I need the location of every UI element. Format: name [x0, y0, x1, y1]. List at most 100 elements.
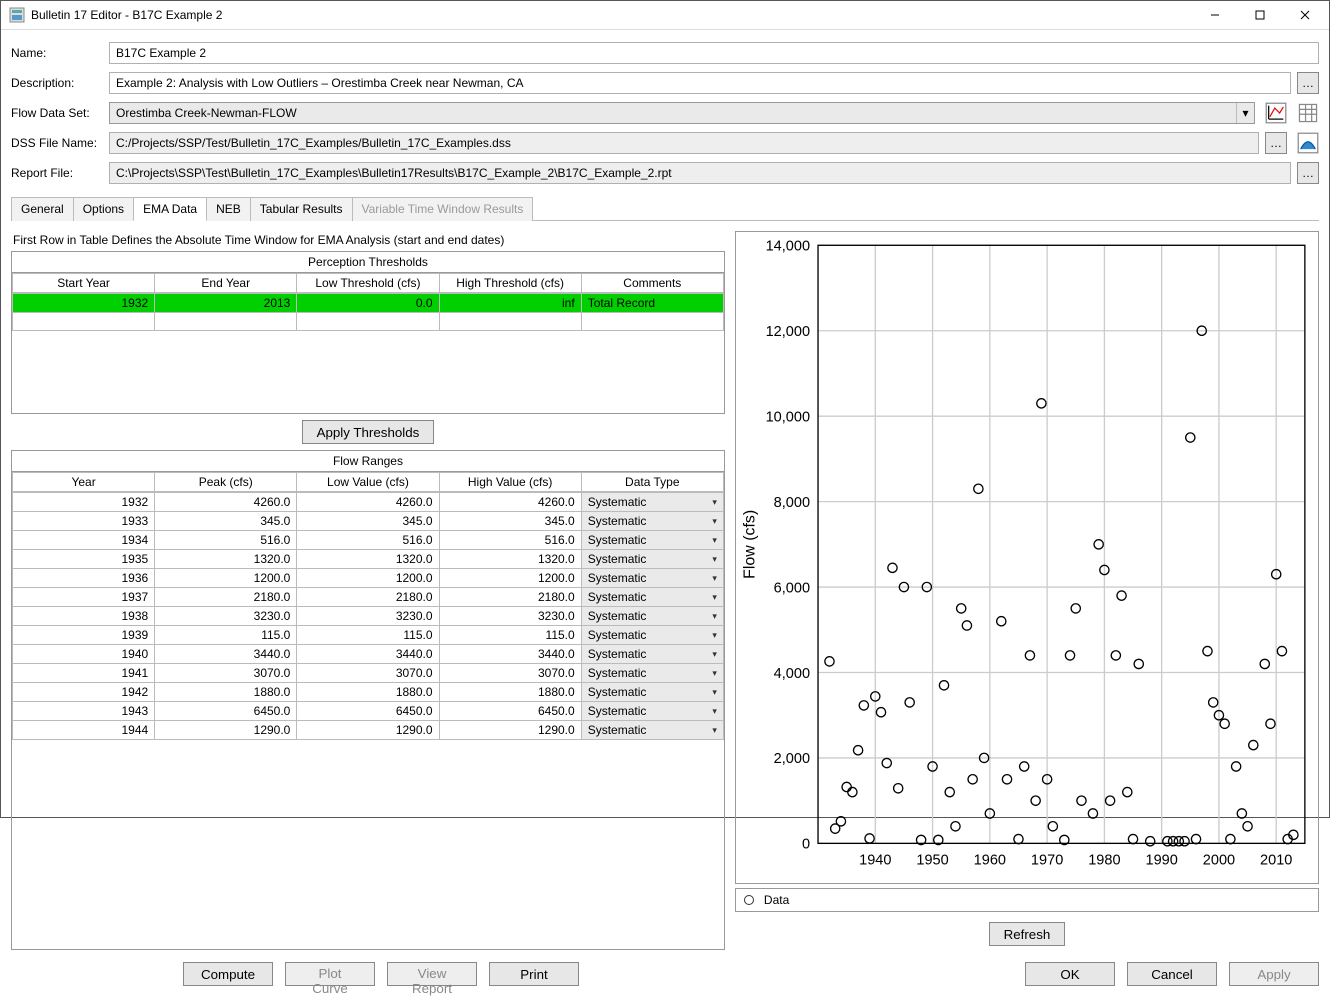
chevron-down-icon: ▾ [712, 687, 717, 698]
name-label: Name: [11, 46, 103, 60]
flow-row[interactable]: 19403440.03440.03440.0Systematic▾ [13, 645, 724, 664]
dss-ellipsis-button[interactable]: … [1265, 132, 1287, 154]
ok-button[interactable]: OK [1025, 962, 1115, 986]
svg-text:14,000: 14,000 [766, 239, 810, 255]
chevron-down-icon: ▾ [712, 725, 717, 736]
description-ellipsis-button[interactable]: … [1297, 72, 1319, 94]
report-file-input: C:\Projects\SSP\Test\Bulletin_17C_Exampl… [109, 162, 1291, 184]
data-type-select[interactable]: Systematic▾ [581, 569, 723, 588]
flow-chart: 1940195019601970198019902000201002,0004,… [735, 231, 1319, 884]
minimize-button[interactable] [1192, 1, 1237, 29]
chevron-down-icon: ▾ [1236, 103, 1254, 123]
data-type-select[interactable]: Systematic▾ [581, 702, 723, 721]
distribution-chart-icon[interactable] [1297, 132, 1319, 154]
legend-marker-icon [744, 895, 754, 905]
chevron-down-icon: ▾ [712, 706, 717, 717]
chevron-down-icon: ▾ [712, 554, 717, 565]
svg-text:1980: 1980 [1088, 853, 1120, 869]
flow-row[interactable]: 19361200.01200.01200.0Systematic▾ [13, 569, 724, 588]
tab-options[interactable]: Options [73, 197, 134, 221]
chevron-down-icon: ▾ [712, 516, 717, 527]
flow-data-set-label: Flow Data Set: [11, 106, 103, 120]
svg-text:0: 0 [802, 837, 810, 853]
threshold-row-empty[interactable] [13, 313, 724, 331]
report-ellipsis-button[interactable]: … [1297, 162, 1319, 184]
data-type-select[interactable]: Systematic▾ [581, 531, 723, 550]
chevron-down-icon: ▾ [712, 649, 717, 660]
svg-text:1950: 1950 [916, 853, 948, 869]
cancel-button[interactable]: Cancel [1127, 962, 1217, 986]
flow-ranges-table: Flow Ranges YearPeak (cfs)Low Value (cfs… [11, 450, 725, 950]
svg-text:6,000: 6,000 [774, 580, 810, 596]
svg-text:10,000: 10,000 [766, 409, 810, 425]
svg-text:4,000: 4,000 [774, 666, 810, 682]
plot-chart-icon[interactable] [1265, 102, 1287, 124]
data-type-select[interactable]: Systematic▾ [581, 588, 723, 607]
dss-file-input: C:/Projects/SSP/Test/Bulletin_17C_Exampl… [109, 132, 1259, 154]
perception-thresholds-table: Perception Thresholds Start YearEnd Year… [11, 251, 725, 414]
name-input[interactable]: B17C Example 2 [109, 42, 1319, 64]
apply-button: Apply [1229, 962, 1319, 986]
column-header: End Year [155, 274, 297, 293]
flow-row[interactable]: 19436450.06450.06450.0Systematic▾ [13, 702, 724, 721]
data-type-select[interactable]: Systematic▾ [581, 512, 723, 531]
column-header: Peak (cfs) [155, 473, 297, 492]
column-header: High Threshold (cfs) [439, 274, 581, 293]
flow-row[interactable]: 19383230.03230.03230.0Systematic▾ [13, 607, 724, 626]
svg-text:12,000: 12,000 [766, 324, 810, 340]
dss-file-label: DSS File Name: [11, 136, 103, 150]
data-type-select[interactable]: Systematic▾ [581, 550, 723, 569]
column-header: Year [13, 473, 155, 492]
report-file-label: Report File: [11, 166, 103, 180]
column-header: Low Value (cfs) [297, 473, 439, 492]
app-icon [9, 7, 25, 23]
column-header: Data Type [581, 473, 723, 492]
data-type-select[interactable]: Systematic▾ [581, 626, 723, 645]
data-type-select[interactable]: Systematic▾ [581, 683, 723, 702]
plot-curve-button: Plot Curve [285, 962, 375, 986]
tab-tabular-results[interactable]: Tabular Results [250, 197, 353, 221]
refresh-button[interactable]: Refresh [989, 922, 1066, 946]
flow-row[interactable]: 19413070.03070.03070.0Systematic▾ [13, 664, 724, 683]
apply-thresholds-button[interactable]: Apply Thresholds [302, 420, 435, 444]
flow-row[interactable]: 1939115.0115.0115.0Systematic▾ [13, 626, 724, 645]
data-type-select[interactable]: Systematic▾ [581, 645, 723, 664]
svg-text:1960: 1960 [974, 853, 1006, 869]
maximize-button[interactable] [1237, 1, 1282, 29]
flow-data-set-combo[interactable]: Orestimba Creek-Newman-FLOW ▾ [109, 102, 1255, 124]
svg-text:1940: 1940 [859, 853, 891, 869]
chevron-down-icon: ▾ [712, 668, 717, 679]
table-data-icon[interactable] [1297, 102, 1319, 124]
chevron-down-icon: ▾ [712, 592, 717, 603]
flow-row[interactable]: 1933345.0345.0345.0Systematic▾ [13, 512, 724, 531]
data-type-select[interactable]: Systematic▾ [581, 721, 723, 740]
chevron-down-icon: ▾ [712, 535, 717, 546]
data-type-select[interactable]: Systematic▾ [581, 664, 723, 683]
perception-thresholds-title: Perception Thresholds [12, 252, 724, 273]
flow-row[interactable]: 19441290.01290.01290.0Systematic▾ [13, 721, 724, 740]
flow-row[interactable]: 19372180.02180.02180.0Systematic▾ [13, 588, 724, 607]
tab-ema-data[interactable]: EMA Data [133, 197, 207, 221]
data-type-select[interactable]: Systematic▾ [581, 607, 723, 626]
flow-row[interactable]: 19324260.04260.04260.0Systematic▾ [13, 493, 724, 512]
data-type-select[interactable]: Systematic▾ [581, 493, 723, 512]
svg-text:1970: 1970 [1031, 853, 1063, 869]
description-input[interactable]: Example 2: Analysis with Low Outliers – … [109, 72, 1291, 94]
svg-text:Flow (cfs): Flow (cfs) [741, 510, 758, 579]
compute-button[interactable]: Compute [183, 962, 273, 986]
flow-row[interactable]: 19351320.01320.01320.0Systematic▾ [13, 550, 724, 569]
svg-text:1990: 1990 [1145, 853, 1177, 869]
threshold-row-1[interactable]: 1932 2013 0.0 inf Total Record [13, 294, 724, 313]
close-button[interactable] [1282, 1, 1327, 29]
flow-row[interactable]: 19421880.01880.01880.0Systematic▾ [13, 683, 724, 702]
print-button[interactable]: Print [489, 962, 579, 986]
flow-row[interactable]: 1934516.0516.0516.0Systematic▾ [13, 531, 724, 550]
tab-neb[interactable]: NEB [206, 197, 251, 221]
chevron-down-icon: ▾ [712, 630, 717, 641]
description-label: Description: [11, 76, 103, 90]
window-title: Bulletin 17 Editor - B17C Example 2 [31, 8, 1192, 22]
chevron-down-icon: ▾ [712, 497, 717, 508]
tab-general[interactable]: General [11, 197, 74, 221]
app-window: Bulletin 17 Editor - B17C Example 2 Name… [0, 0, 1330, 818]
ema-hint: First Row in Table Defines the Absolute … [13, 233, 725, 247]
